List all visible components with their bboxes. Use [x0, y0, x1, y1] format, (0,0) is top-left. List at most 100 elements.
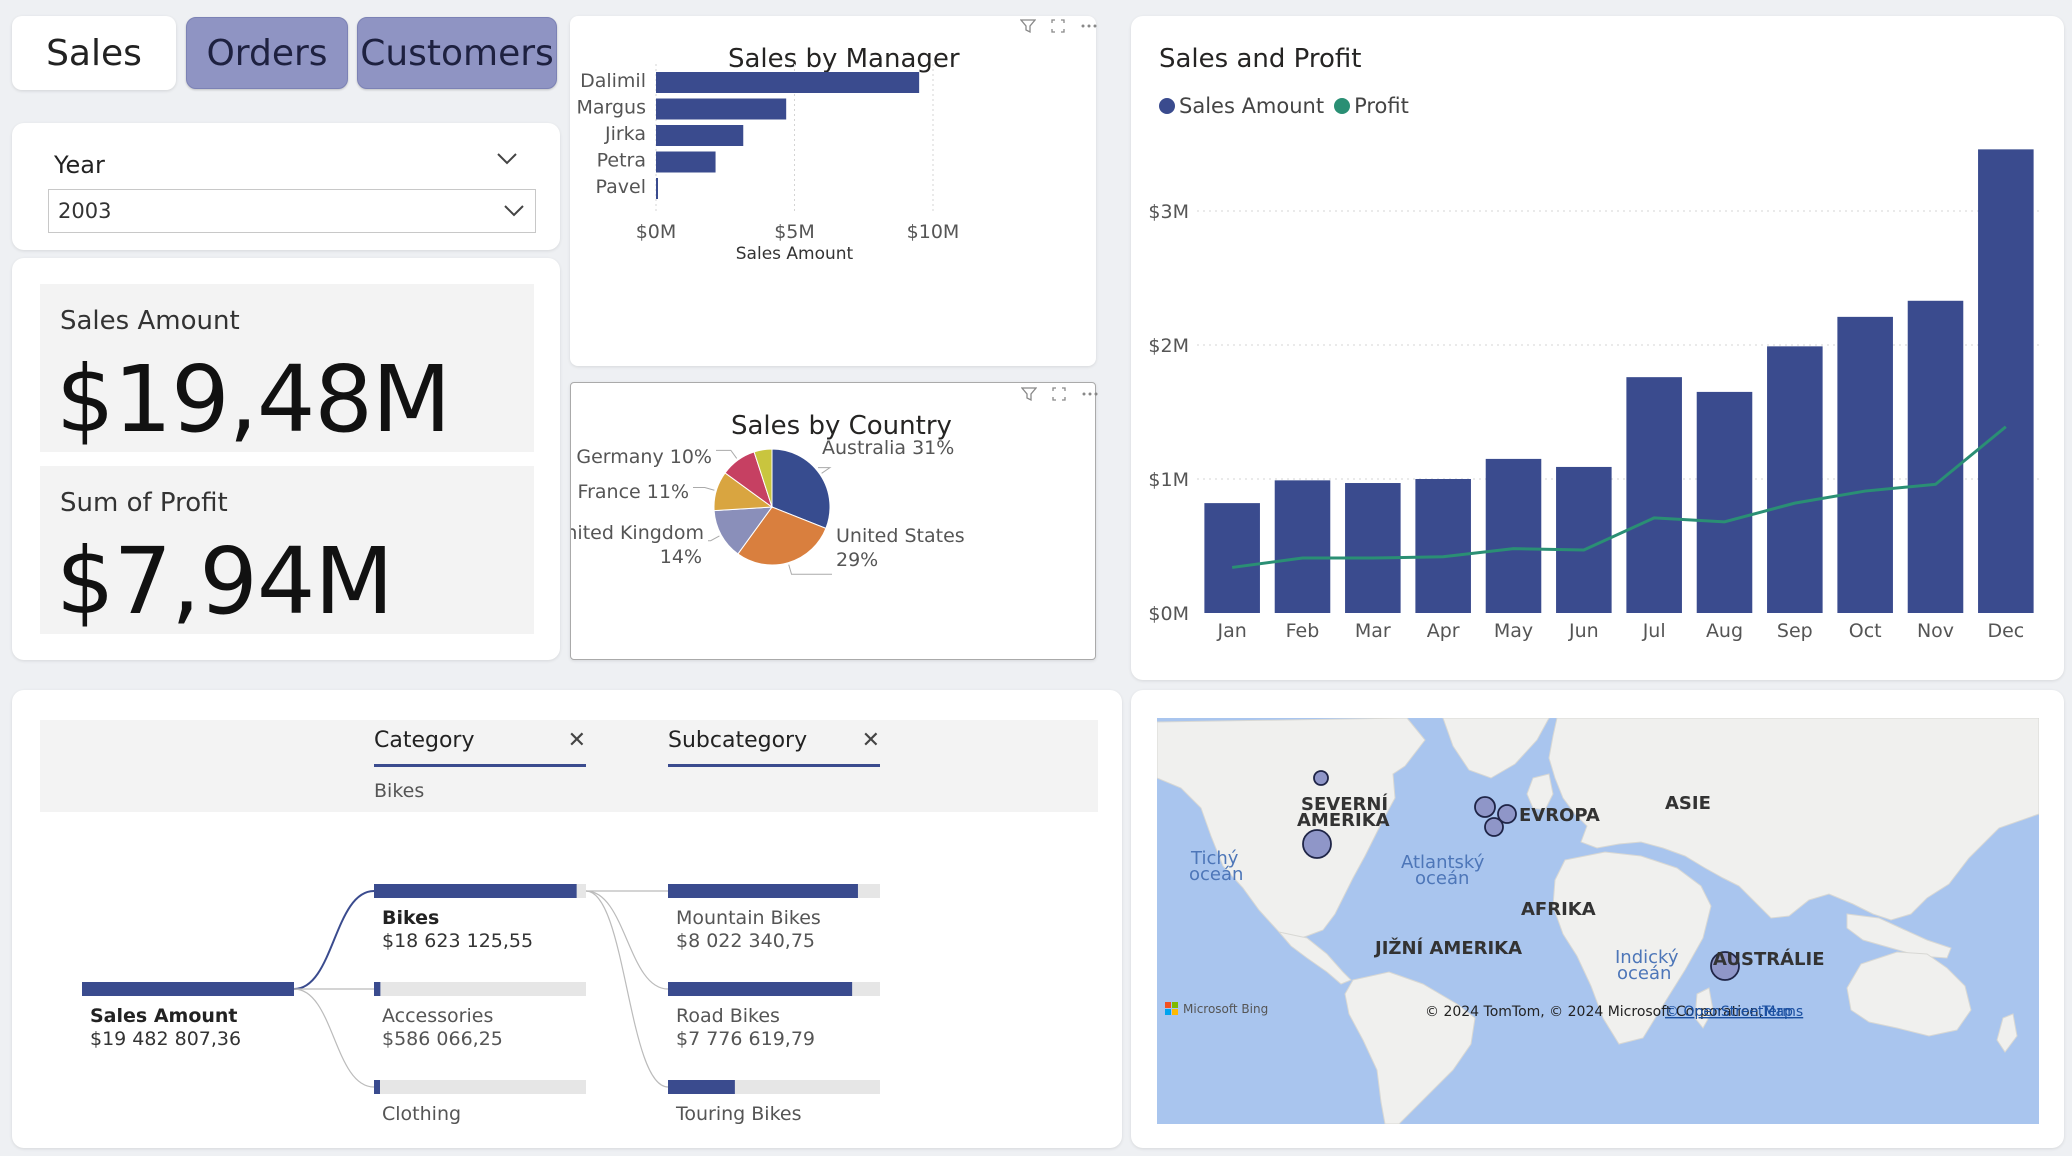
manager-chart-card: Sales by Manager $0M $5M $10M Dalimil Margus…: [570, 16, 1097, 366]
x-tick-label: Feb: [1286, 620, 1320, 642]
manager-bar[interactable]: [656, 151, 716, 173]
label-pacific-2: oceán: [1189, 864, 1243, 885]
decomp-node-label: Mountain Bikes: [676, 907, 821, 929]
x-tick-label: $5M: [774, 221, 815, 243]
x-tick-label: Sep: [1777, 620, 1813, 642]
decomp-node-label: Accessories: [382, 1005, 493, 1027]
decomposition-tree-card: Category ✕ Bikes Subcategory ✕ Sales Amo…: [12, 690, 1122, 1148]
decomp-link: [293, 988, 375, 1088]
label-asia: ASIE: [1665, 793, 1711, 814]
tab-sales-label: Sales: [46, 32, 142, 74]
map-bubble[interactable]: [1484, 817, 1504, 837]
label-indian-2: oceán: [1617, 963, 1671, 984]
label-australia: AUSTRÁLIE: [1713, 948, 1825, 970]
label-atlantic-2: oceán: [1415, 868, 1469, 889]
decomp-node-label: Touring Bikes: [675, 1103, 802, 1125]
month-bar[interactable]: [1204, 503, 1260, 613]
label-africa: AFRIKA: [1521, 899, 1596, 920]
manager-bar[interactable]: [656, 98, 787, 120]
y-tick-label: $0M: [1148, 603, 1189, 625]
monthly-chart-card: Sales and Profit Sales Amount Profit $0M…: [1131, 16, 2064, 680]
x-tick-label: Jul: [1642, 620, 1666, 642]
x-tick-label: May: [1494, 620, 1533, 642]
label-europe: EVROPA: [1519, 805, 1600, 826]
month-bar[interactable]: [1696, 391, 1753, 613]
sales-profit-combo-chart: $0M $1M $2M $3M Jan Feb Mar Apr May Jun Jul Aug Sep O…: [1148, 149, 2041, 642]
map-card: SEVERNÍ AMERIKA EVROPA ASIE AFRIKA JIŽNÍ…: [1131, 690, 2064, 1148]
tab-customers[interactable]: Customers: [357, 17, 557, 89]
x-tick-label: Apr: [1427, 620, 1460, 642]
pie-label-pct: 29%: [836, 549, 878, 571]
manager-bar-chart: $0M $5M $10M Dalimil Margus Jirka Petra Pavel Sa…: [576, 64, 960, 264]
chevron-down-icon: [504, 205, 524, 217]
pie-label: Australia 31%: [822, 437, 954, 459]
sales-amount-card: Sales Amount $19,48M: [40, 284, 534, 453]
decomp-node-value: $8 022 340,75: [676, 930, 815, 952]
decomp-node-label: Bikes: [382, 907, 439, 929]
x-tick-label: $10M: [907, 221, 960, 243]
world-map[interactable]: SEVERNÍ AMERIKA EVROPA ASIE AFRIKA JIŽNÍ…: [1157, 718, 2039, 1124]
month-bar[interactable]: [1415, 479, 1471, 613]
manager-bar[interactable]: [656, 125, 744, 146]
month-bar[interactable]: [1485, 458, 1542, 613]
decomp-node-value: $7 776 619,79: [676, 1028, 815, 1050]
year-dropdown-value: 2003: [58, 199, 112, 223]
pie-label: France 11%: [578, 481, 689, 503]
month-bar[interactable]: [1837, 316, 1893, 613]
month-bar[interactable]: [1907, 300, 1964, 613]
month-bar[interactable]: [1274, 480, 1331, 613]
tab-orders[interactable]: Orders: [186, 17, 348, 89]
month-bar[interactable]: [1978, 149, 2034, 614]
decomp-bar[interactable]: [668, 884, 858, 898]
decomp-bar[interactable]: [374, 982, 381, 996]
pie-label: Germany 10%: [576, 446, 712, 468]
slicer-label: Year: [54, 151, 105, 179]
manager-label: Pavel: [596, 176, 646, 198]
manager-label: Petra: [597, 150, 646, 172]
pie-label-pct: 14%: [660, 546, 702, 568]
profit-value: $7,94M: [56, 528, 394, 635]
x-tick-label: $0M: [636, 221, 677, 243]
map-bubble[interactable]: [1302, 829, 1332, 859]
y-tick-label: $3M: [1148, 201, 1189, 223]
decomp-bar[interactable]: [668, 982, 853, 996]
pie-leader-line: [693, 486, 715, 491]
decomp-link: [585, 890, 669, 990]
bing-brand: Microsoft Bing: [1183, 1002, 1268, 1016]
month-bar[interactable]: [1345, 483, 1401, 613]
kpi-panel: Sales Amount $19,48M Sum of Profit $7,94…: [12, 258, 560, 660]
decomp-node-value: $586 066,25: [382, 1028, 503, 1050]
map-terms-link[interactable]: Terms: [1761, 1004, 1803, 1020]
decomp-root-bar[interactable]: [82, 982, 294, 996]
tab-customers-label: Customers: [360, 32, 554, 74]
label-north-america-2: AMERIKA: [1297, 810, 1390, 831]
decomp-bar-track: [374, 982, 586, 996]
y-tick-label: $1M: [1148, 469, 1189, 491]
sales-amount-label: Sales Amount: [60, 306, 240, 336]
slicer-collapse-chevron-icon[interactable]: [496, 151, 518, 167]
pie-leader-line: [716, 449, 738, 459]
country-chart-card: Sales by Country Australia 31% United Sta…: [570, 382, 1098, 660]
year-slicer: Year 2003: [12, 123, 560, 250]
decomp-node-label: Road Bikes: [676, 1005, 780, 1027]
tab-orders-label: Orders: [206, 32, 328, 74]
map-bubble[interactable]: [1474, 796, 1496, 818]
decomp-bar[interactable]: [374, 884, 577, 898]
month-bar[interactable]: [1626, 377, 1682, 613]
decomp-bar[interactable]: [668, 1080, 735, 1094]
pie-leader-line: [788, 564, 832, 575]
x-tick-label: Nov: [1917, 620, 1954, 642]
manager-label: Jirka: [604, 123, 646, 145]
year-dropdown[interactable]: 2003: [48, 189, 536, 233]
month-bar[interactable]: [1767, 346, 1823, 613]
decomp-bar[interactable]: [374, 1080, 380, 1094]
manager-bar[interactable]: [656, 178, 658, 199]
pie-label: United Kingdom: [571, 522, 704, 544]
tab-sales[interactable]: Sales: [12, 16, 176, 90]
profit-label: Sum of Profit: [60, 488, 228, 518]
label-south-america: JIŽNÍ AMERIKA: [1373, 937, 1522, 959]
manager-bar[interactable]: [656, 72, 920, 93]
decomp-root-label: Sales Amount: [90, 1005, 238, 1027]
decomp-node-value: $18 623 125,55: [382, 930, 533, 952]
map-bubble[interactable]: [1313, 770, 1329, 786]
